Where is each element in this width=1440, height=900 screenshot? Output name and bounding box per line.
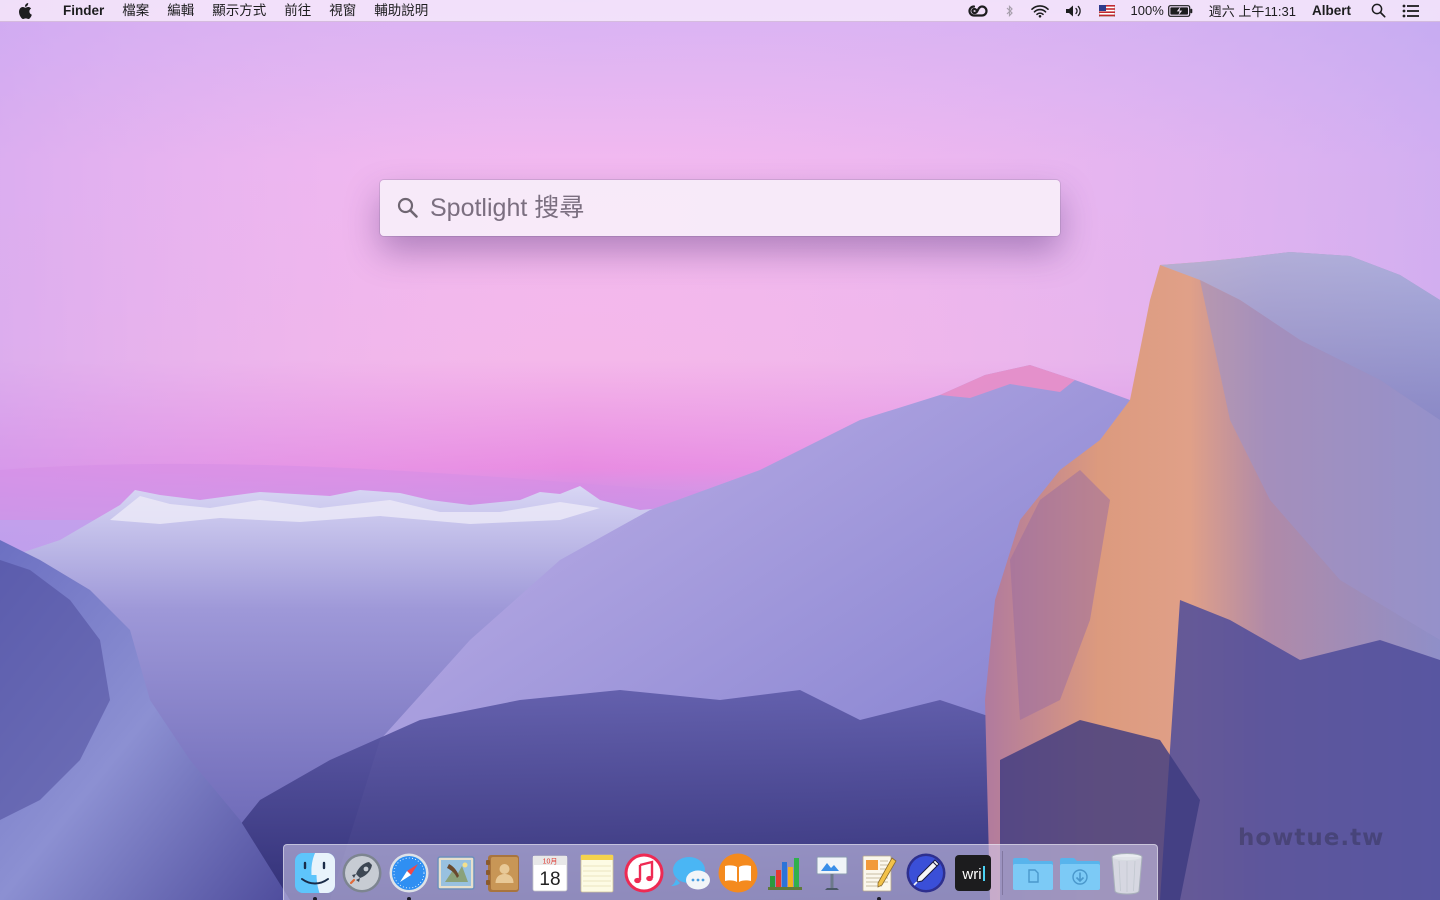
dock-item-mail[interactable] [433,850,479,896]
menu-go[interactable]: 前往 [275,0,320,22]
menu-clock[interactable]: 週六 上午11:31 [1209,0,1296,22]
dock-item-pages[interactable] [856,850,902,900]
writer-app-icon: wri [954,854,991,891]
battery-icon[interactable] [1167,0,1193,22]
pencil-app-icon [906,853,945,892]
menu-app-name[interactable]: Finder [54,0,113,22]
menu-file[interactable]: 檔案 [113,0,158,22]
bluetooth-icon[interactable] [1005,0,1015,22]
wifi-icon[interactable] [1030,0,1049,22]
dock-item-numbers[interactable] [762,850,808,896]
notification-center-icon[interactable] [1402,0,1420,22]
watermark-text: howtue.tw [1238,825,1385,851]
menu-bar: Finder 檔案 編輯 顯示方式 前往 視窗 輔助說明 100% 週六 上午1… [0,0,1440,22]
writer-app-label: wri [961,866,981,883]
dock-item-launchpad[interactable] [339,850,385,896]
menu-bar-right: 100% 週六 上午11:31 Albert [951,0,1440,22]
spotlight-icon[interactable] [1371,0,1386,22]
dock-item-finder[interactable] [292,850,338,900]
apple-icon[interactable] [18,2,34,20]
dock-item-messages[interactable] [668,850,714,896]
keynote-icon [816,856,847,890]
launchpad-icon [342,853,381,892]
ibooks-icon [718,853,757,892]
notes-icon [580,854,613,892]
dock: 10月 18 wri [283,844,1158,900]
dock-folder-documents[interactable] [1010,850,1056,896]
dock-folder-downloads[interactable] [1057,850,1103,896]
menu-bar-left: Finder 檔案 編輯 顯示方式 前往 視窗 輔助說明 [0,0,437,22]
volume-icon[interactable] [1065,0,1083,22]
us-flag-icon[interactable] [1098,0,1115,22]
dock-item-pencil-app[interactable] [903,850,949,896]
calendar-day: 18 [539,869,560,890]
pages-icon [862,855,897,891]
menu-edit[interactable]: 編輯 [158,0,203,22]
contacts-icon [485,854,519,892]
itunes-icon [624,853,663,892]
running-indicator [312,896,317,900]
desktop-wallpaper [0,0,1440,900]
running-indicator [406,896,411,900]
creative-cloud-icon[interactable] [967,0,989,22]
safari-icon [389,853,428,892]
dock-item-keynote[interactable] [809,850,855,896]
battery-percent[interactable]: 100% [1131,0,1164,22]
dock-trash[interactable] [1104,850,1150,896]
spotlight-search-bar[interactable] [380,180,1060,236]
mail-icon [436,855,475,890]
user-name[interactable]: Albert [1312,0,1351,22]
search-icon [396,196,420,220]
spotlight-search-input[interactable] [430,188,1060,228]
dock-item-calendar[interactable]: 10月 18 [527,850,573,896]
menu-window[interactable]: 視窗 [320,0,365,22]
calendar-icon: 10月 18 [532,855,567,891]
documents-folder-icon [1012,857,1053,890]
dock-item-safari[interactable] [386,850,432,900]
finder-icon [294,852,335,893]
dock-item-ibooks[interactable] [715,850,761,896]
downloads-folder-icon [1059,857,1100,890]
dock-item-writer[interactable]: wri [950,850,996,896]
dock-item-contacts[interactable] [480,850,526,896]
numbers-icon [767,857,802,890]
dock-separator [1002,850,1003,895]
menu-view[interactable]: 顯示方式 [203,0,275,22]
running-indicator [876,896,881,900]
calendar-month: 10月 [542,857,557,865]
dock-item-itunes[interactable] [621,850,667,896]
messages-icon [670,856,710,889]
trash-icon [1111,852,1142,895]
dock-item-notes[interactable] [574,850,620,896]
menu-help[interactable]: 輔助說明 [365,0,437,22]
